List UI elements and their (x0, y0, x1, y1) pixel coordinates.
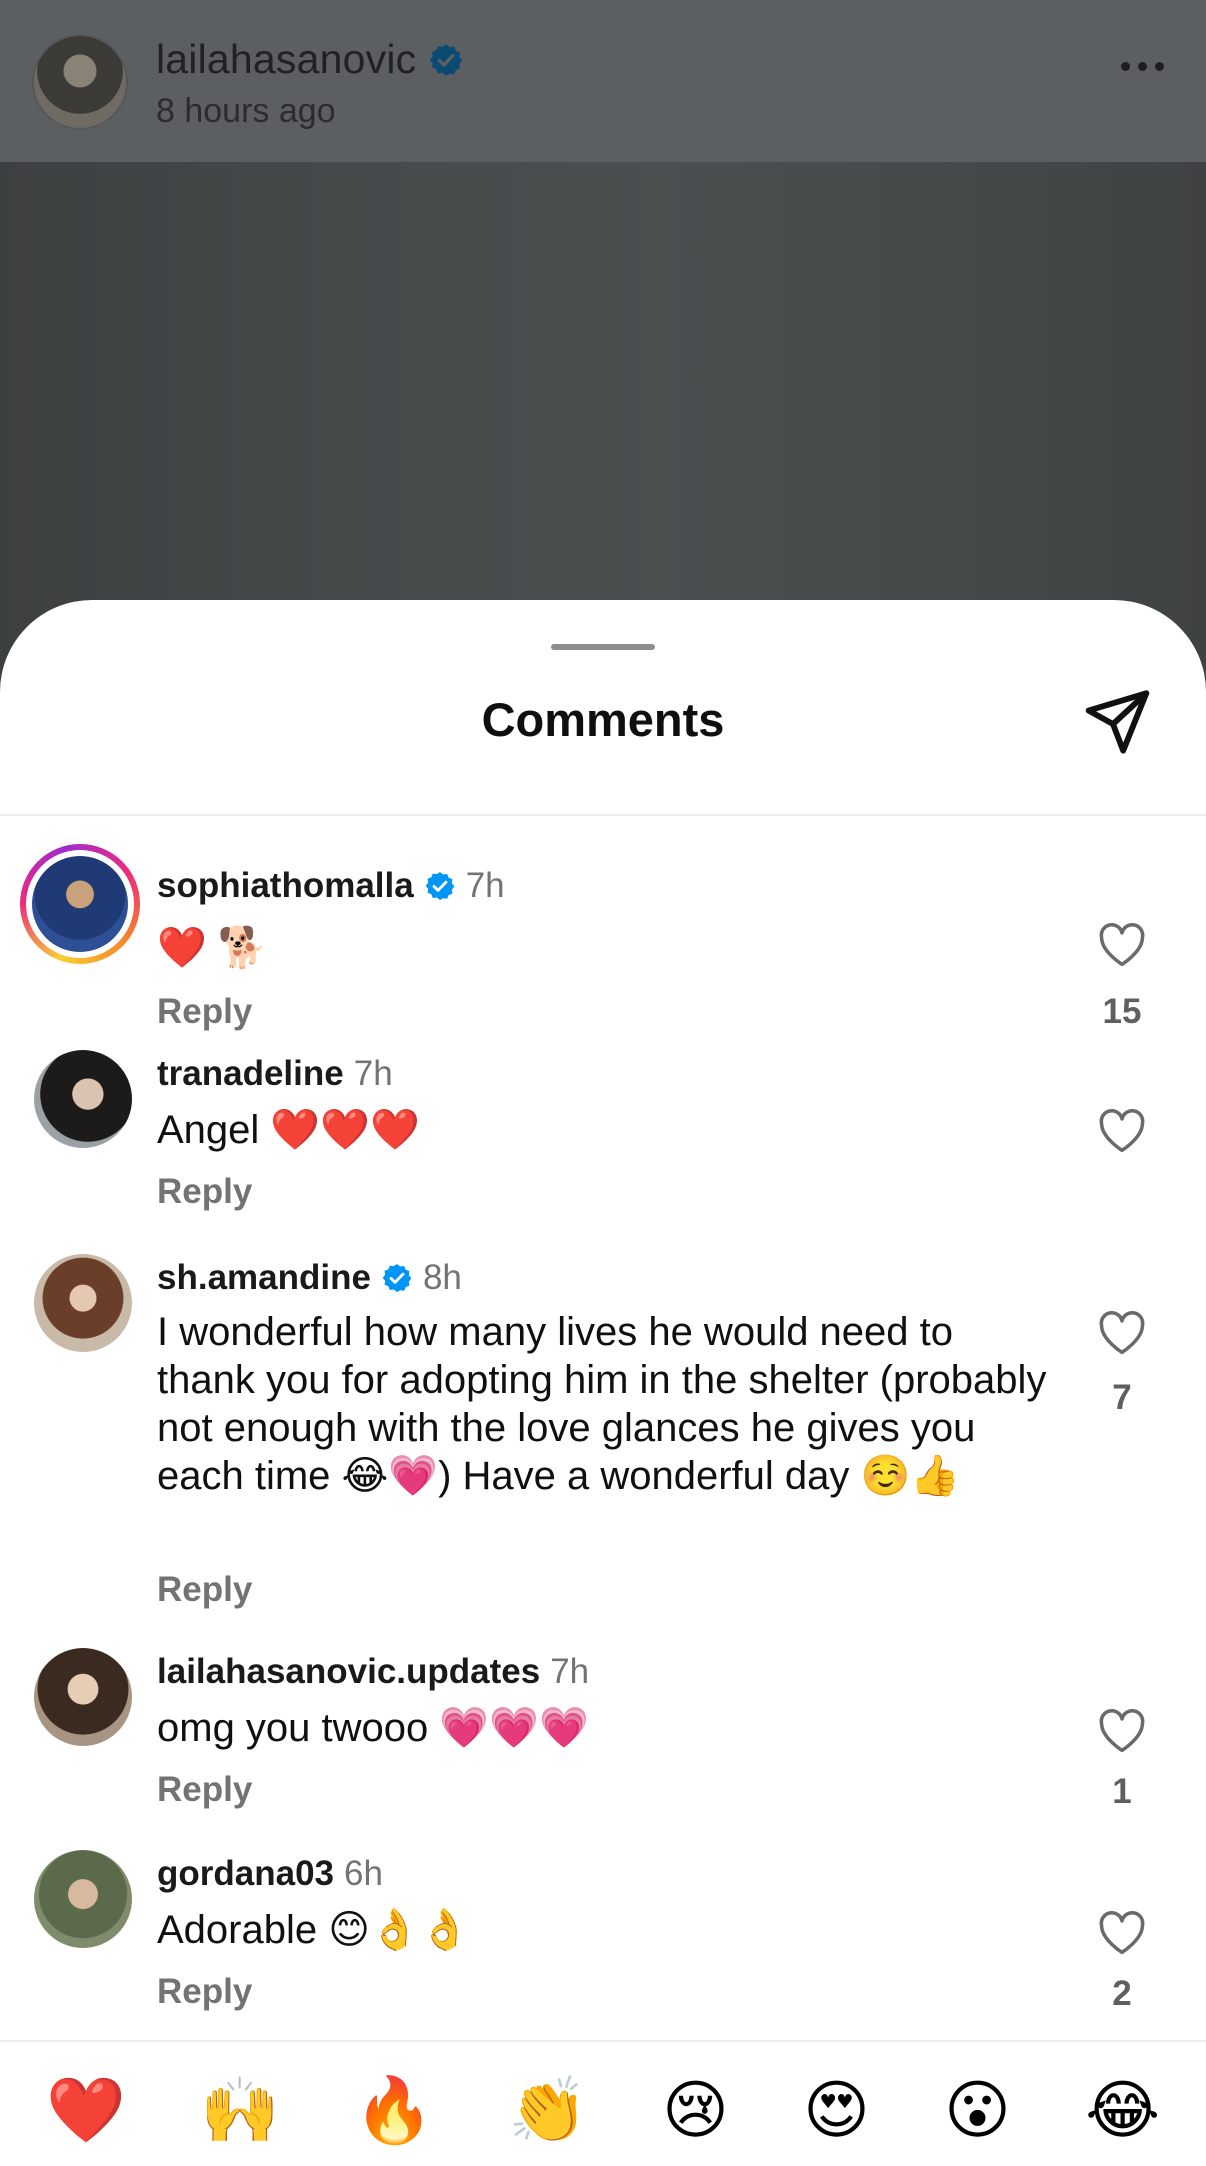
reaction-laughing[interactable]: 😂 (1085, 2062, 1160, 2158)
divider (0, 2040, 1206, 2042)
comment-text: ❤️ 🐕 (157, 926, 268, 970)
commenter-avatar[interactable] (34, 1254, 132, 1352)
verified-icon (430, 43, 463, 76)
reaction-heart[interactable]: ❤️ (46, 2062, 126, 2158)
sheet-grabber[interactable] (551, 644, 655, 650)
commenter-avatar[interactable] (34, 1850, 132, 1948)
share-icon[interactable] (1080, 684, 1154, 758)
reply-button[interactable]: Reply (157, 1770, 252, 1810)
verified-icon (382, 1264, 412, 1292)
reaction-heart-eyes[interactable]: 😍 (803, 2062, 870, 2158)
post-author[interactable]: lailahasanovic (156, 36, 464, 83)
comment-time: 8h (422, 1258, 462, 1297)
comment-text: Angel ❤️❤️❤️ (157, 1108, 420, 1152)
comment-time: 7h (550, 1652, 590, 1691)
comments-sheet: Comments sophiathomalla 7h ❤️ 🐕 Reply 15… (0, 600, 1206, 2166)
post-time: 8 hours ago (156, 92, 336, 130)
reaction-raising-hands[interactable]: 🙌 (200, 2062, 280, 2158)
comment-text: I wonderful how many lives he would need… (157, 1310, 1047, 1498)
heart-icon[interactable] (1097, 1910, 1147, 1956)
comment-time: 7h (353, 1054, 393, 1093)
more-icon[interactable] (1121, 62, 1164, 71)
sheet-title: Comments (481, 693, 725, 746)
post-author-avatar[interactable] (32, 34, 128, 130)
reaction-crying[interactable]: 😢 (662, 2062, 729, 2158)
reaction-surprised[interactable]: 😮 (944, 2062, 1011, 2158)
like-count: 1 (1112, 1772, 1132, 1811)
commenter-username[interactable]: sh.amandine (157, 1256, 371, 1300)
comment-header: tranadeline 7h (157, 1052, 393, 1096)
comment-time: 7h (465, 866, 505, 905)
comment-header: sh.amandine 8h (157, 1256, 462, 1300)
heart-icon[interactable] (1097, 922, 1147, 968)
divider (0, 814, 1206, 816)
screen: lailahasanovic 8 hours ago Comments soph… (0, 0, 1206, 2166)
heart-icon[interactable] (1097, 1310, 1147, 1356)
reply-button[interactable]: Reply (157, 1172, 252, 1212)
commenter-username[interactable]: lailahasanovic.updates (157, 1650, 540, 1694)
comment-text: omg you twooo 💗💗💗 (157, 1706, 589, 1750)
heart-icon[interactable] (1097, 1708, 1147, 1754)
like-count: 2 (1112, 1974, 1132, 2013)
comment-header: gordana03 6h (157, 1852, 383, 1896)
comment-time: 6h (344, 1854, 383, 1893)
reply-button[interactable]: Reply (157, 992, 252, 1032)
commenter-username[interactable]: gordana03 (157, 1852, 334, 1896)
verified-icon (425, 872, 455, 900)
comment-header: sophiathomalla 7h (157, 864, 505, 908)
like-count: 15 (1102, 992, 1142, 1031)
quick-reaction-bar: ❤️ 🙌 🔥 👏 😢 😍 😮 😂 (0, 2062, 1206, 2158)
heart-icon[interactable] (1097, 1108, 1147, 1154)
comment-header: lailahasanovic.updates 7h (157, 1650, 589, 1694)
commenter-avatar[interactable] (34, 1050, 132, 1148)
commenter-username[interactable]: tranadeline (157, 1052, 344, 1096)
commenter-avatar[interactable] (20, 844, 140, 964)
commenter-username[interactable]: sophiathomalla (157, 864, 414, 908)
reaction-clapping[interactable]: 👏 (508, 2062, 588, 2158)
like-count: 7 (1112, 1378, 1132, 1417)
comment-text: Adorable 😊👌👌 (157, 1908, 470, 1952)
reply-button[interactable]: Reply (157, 1570, 252, 1610)
post-header: lailahasanovic 8 hours ago (0, 0, 1206, 162)
reaction-fire[interactable]: 🔥 (354, 2062, 434, 2158)
commenter-avatar[interactable] (34, 1648, 132, 1746)
reply-button[interactable]: Reply (157, 1972, 252, 2012)
post-username[interactable]: lailahasanovic (156, 36, 416, 83)
